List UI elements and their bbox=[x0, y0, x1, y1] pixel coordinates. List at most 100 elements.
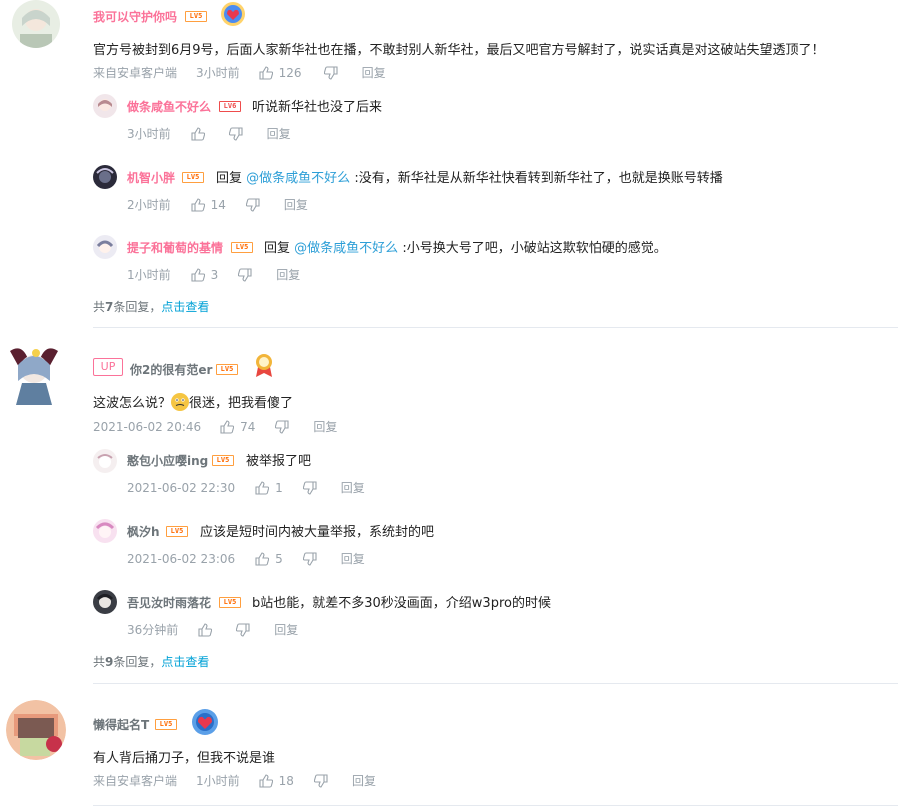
reply-button[interactable]: 回复 bbox=[341, 479, 365, 496]
timestamp: 1小时前 bbox=[127, 268, 171, 282]
reply-meta: 1小时前 3 回复 bbox=[127, 266, 300, 283]
like-count: 14 bbox=[210, 197, 226, 212]
dislike-icon[interactable] bbox=[236, 622, 250, 637]
timestamp: 2021-06-02 22:30 bbox=[127, 480, 236, 495]
like-icon[interactable] bbox=[191, 267, 205, 282]
view-more-link[interactable]: 点击查看 bbox=[161, 655, 209, 669]
reply-meta: 2021-06-02 23:06 5 回复 bbox=[127, 550, 365, 567]
level-badge: LV5 bbox=[212, 455, 234, 466]
like-count: 18 bbox=[278, 773, 294, 788]
avatar[interactable] bbox=[93, 519, 117, 543]
reply-text: 应该是短时间内被大量举报，系统封的吧 bbox=[200, 525, 435, 540]
avatar[interactable] bbox=[93, 94, 117, 118]
divider bbox=[93, 683, 898, 684]
avatar[interactable] bbox=[12, 0, 60, 48]
timestamp: 3小时前 bbox=[127, 127, 171, 141]
avatar[interactable] bbox=[6, 700, 66, 760]
more-suffix: 条回复， bbox=[113, 655, 162, 669]
level-badge: LV5 bbox=[231, 242, 253, 253]
dislike-icon[interactable] bbox=[302, 480, 317, 495]
dislike-icon[interactable] bbox=[302, 551, 317, 566]
dislike-icon[interactable] bbox=[245, 197, 260, 212]
reply-meta: 36分钟前 回复 bbox=[127, 621, 298, 638]
like-icon[interactable] bbox=[259, 65, 273, 80]
up-tag: UP bbox=[93, 358, 123, 376]
reply-text: 被举报了吧 bbox=[246, 454, 312, 469]
dislike-icon[interactable] bbox=[275, 419, 289, 434]
avatar[interactable] bbox=[93, 235, 117, 259]
username[interactable]: 你2的很有范er bbox=[130, 361, 212, 378]
timestamp: 2小时前 bbox=[127, 198, 171, 212]
timestamp: 1小时前 bbox=[196, 774, 240, 788]
like-icon[interactable] bbox=[255, 480, 270, 495]
like-icon[interactable] bbox=[198, 622, 213, 637]
username[interactable]: 做条咸鱼不好么 bbox=[127, 98, 211, 115]
dislike-icon[interactable] bbox=[228, 126, 243, 141]
reply-prefix: 回复 bbox=[216, 171, 243, 186]
reply-meta: 3小时前 回复 bbox=[127, 125, 291, 142]
like-icon[interactable] bbox=[255, 551, 270, 566]
reply-text: b站也能，就差不多30秒没画面，介绍w3pro的时候 bbox=[252, 596, 551, 611]
avatar[interactable] bbox=[93, 165, 117, 189]
comment-text-after: 很迷，把我看傻了 bbox=[189, 396, 294, 411]
username[interactable]: 懒得起名T bbox=[93, 716, 149, 733]
view-more-link[interactable]: 点击查看 bbox=[161, 300, 209, 314]
username[interactable]: 机智小胖 bbox=[127, 169, 175, 186]
reply-text: 回复 @做条咸鱼不好么 :小号换大号了吧，小破站这欺软怕硬的感觉。 bbox=[264, 237, 667, 256]
reply-button[interactable]: 回复 bbox=[267, 125, 291, 142]
dislike-icon[interactable] bbox=[313, 773, 328, 788]
timestamp: 2021-06-02 20:46 bbox=[93, 419, 202, 434]
confused-face-icon bbox=[171, 393, 190, 411]
level-badge: LV6 bbox=[219, 101, 241, 112]
username[interactable]: 我可以守护你吗 bbox=[93, 8, 177, 25]
dislike-icon[interactable] bbox=[323, 65, 338, 80]
comment-meta: 来自安卓客户端 3小时前 126 回复 bbox=[93, 64, 386, 81]
like-icon[interactable] bbox=[191, 126, 205, 141]
divider bbox=[93, 805, 898, 806]
like-icon[interactable] bbox=[259, 773, 273, 788]
reply-button[interactable]: 回复 bbox=[274, 621, 298, 638]
comment-text-before: 这波怎么说？ bbox=[93, 396, 172, 411]
medal-icon bbox=[254, 353, 274, 381]
comment-text: 有人背后捅刀子，但我不说是谁 bbox=[93, 751, 276, 766]
comment-meta: 2021-06-02 20:46 74 回复 bbox=[93, 418, 337, 435]
view-more-replies: 共7条回复，点击查看 bbox=[93, 298, 209, 315]
reply-button[interactable]: 回复 bbox=[341, 550, 365, 567]
level-badge: LV5 bbox=[185, 11, 207, 22]
avatar[interactable] bbox=[93, 590, 117, 614]
reply-button[interactable]: 回复 bbox=[313, 418, 337, 435]
like-count: 1 bbox=[275, 480, 283, 495]
reply-body: :小号换大号了吧，小破站这欺软怕硬的感觉。 bbox=[402, 241, 667, 256]
more-prefix: 共 bbox=[93, 300, 106, 314]
level-badge: LV5 bbox=[219, 597, 241, 608]
mention-link[interactable]: @做条咸鱼不好么 bbox=[294, 241, 398, 256]
username[interactable]: 憨包小应嘤ing bbox=[127, 452, 208, 469]
reply-button[interactable]: 回复 bbox=[362, 64, 386, 81]
more-prefix: 共 bbox=[93, 655, 106, 669]
level-badge: LV5 bbox=[166, 526, 188, 537]
reply-button[interactable]: 回复 bbox=[276, 266, 300, 283]
avatar[interactable] bbox=[93, 449, 117, 473]
username[interactable]: 枫汐h bbox=[127, 523, 160, 540]
client-source: 来自安卓客户端 bbox=[93, 66, 178, 80]
reply-button[interactable]: 回复 bbox=[352, 772, 376, 789]
avatar[interactable] bbox=[6, 343, 62, 407]
reply-button[interactable]: 回复 bbox=[284, 196, 308, 213]
comment-text: 官方号被封到6月9号，后面人家新华社也在播，不敢封别人新华社，最后又吧官方号解封… bbox=[93, 43, 825, 58]
comment-text: 这波怎么说？ 很迷，把我看傻了 bbox=[93, 392, 293, 411]
reply-body: :没有，新华社是从新华社快看转到新华社了，也就是换账号转播 bbox=[354, 171, 723, 186]
view-more-replies: 共9条回复，点击查看 bbox=[93, 653, 209, 670]
timestamp: 3小时前 bbox=[196, 66, 240, 80]
like-icon[interactable] bbox=[191, 197, 205, 212]
mention-link[interactable]: @做条咸鱼不好么 bbox=[246, 171, 350, 186]
username[interactable]: 提子和葡萄的基情 bbox=[127, 239, 223, 256]
like-count: 126 bbox=[278, 65, 302, 80]
dislike-icon[interactable] bbox=[238, 267, 252, 282]
comment-meta: 来自安卓客户端 1小时前 18 回复 bbox=[93, 772, 376, 789]
reply-prefix: 回复 bbox=[264, 241, 291, 256]
username[interactable]: 吾见汝时雨落花 bbox=[127, 594, 211, 611]
like-icon[interactable] bbox=[220, 419, 235, 434]
more-suffix: 条回复， bbox=[113, 300, 162, 314]
level-badge: LV5 bbox=[182, 172, 204, 183]
level-badge: LV5 bbox=[155, 719, 177, 730]
